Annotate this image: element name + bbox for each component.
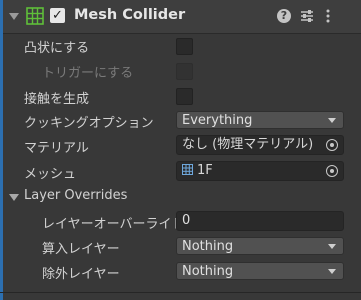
contacts-label: 接触を生成 [24,92,90,107]
mesh-value: 1F [197,163,213,178]
mesh-collider-icon [26,7,44,25]
cooking-options-dropdown[interactable]: Everything [176,111,344,129]
layer-overrides-foldout-icon[interactable] [9,194,19,201]
trigger-label: トリガーにする [42,66,134,81]
exclude-layers-label: 除外レイヤー [42,267,120,282]
contacts-checkbox[interactable] [176,88,193,105]
material-label: マテリアル [24,141,89,156]
chevron-down-icon [328,118,336,123]
object-picker-icon[interactable] [326,139,338,151]
section-divider [0,292,361,293]
trigger-checkbox [176,63,193,80]
object-picker-icon[interactable] [326,165,338,177]
presets-icon[interactable] [300,9,314,23]
include-layers-label: 算入レイヤー [42,242,120,257]
layer-priority-label: レイヤーオーバーライド [42,217,185,232]
exclude-layers-value: Nothing [182,264,234,279]
exclude-layers-dropdown[interactable]: Nothing [176,262,344,280]
mesh-field[interactable]: 1F [176,161,344,181]
layer-overrides-label[interactable]: Layer Overrides [24,188,127,203]
include-layers-dropdown[interactable]: Nothing [176,237,344,255]
mesh-label: メッシュ [24,167,77,182]
foldout-arrow-icon[interactable] [9,13,19,20]
help-icon[interactable]: ? [277,9,291,23]
chevron-down-icon [328,244,336,249]
cooking-options-label: クッキングオプション [24,116,154,131]
convex-checkbox[interactable] [176,38,193,55]
material-value: なし (物理マテリアル) [182,137,314,152]
layer-priority-input[interactable]: 0 [176,211,344,231]
chevron-down-icon [328,269,336,274]
component-title: Mesh Collider [74,7,186,23]
more-options-icon[interactable] [325,9,331,23]
convex-label: 凸状にする [24,41,90,56]
include-layers-value: Nothing [182,239,234,254]
material-field[interactable]: なし (物理マテリアル) [176,135,344,155]
cooking-options-value: Everything [182,113,253,128]
component-enabled-checkbox[interactable]: ✓ [50,8,65,23]
selection-accent-bar [0,0,3,300]
mesh-icon [182,164,193,175]
